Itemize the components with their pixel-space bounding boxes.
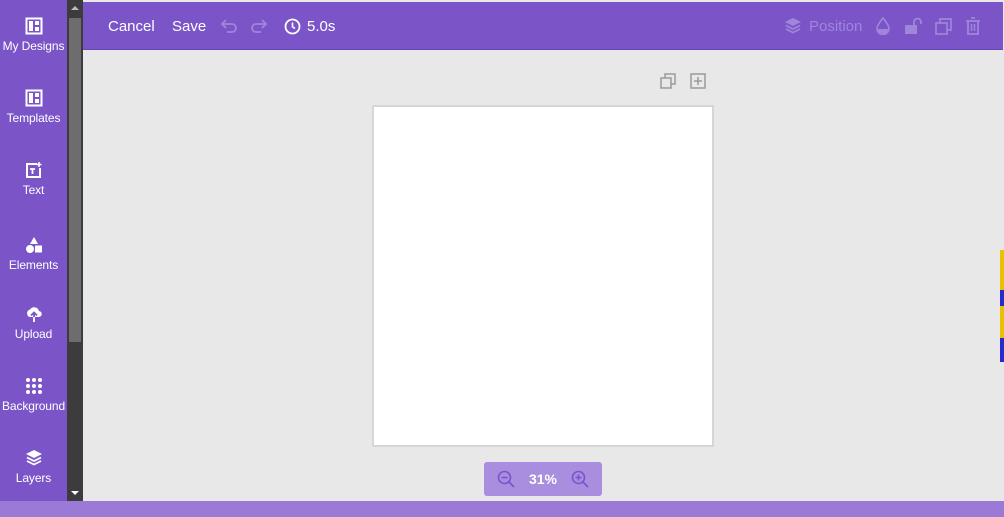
app-window: My Designs Templates Text Elements Uploa… (0, 0, 1004, 517)
cancel-button[interactable]: Cancel (108, 18, 155, 36)
zoom-out-icon[interactable] (496, 469, 516, 489)
zoom-control: 31% (484, 462, 602, 496)
position-button[interactable]: Position (809, 18, 862, 36)
design-canvas[interactable] (372, 105, 714, 447)
sidebar-item-label: Elements (8, 258, 59, 272)
template-icon (24, 88, 44, 108)
sidebar-item-label: Layers (15, 471, 52, 485)
sidebar-item-background[interactable]: Background (0, 376, 67, 413)
sidebar-item-text[interactable]: Text (0, 160, 67, 197)
sidebar-item-upload[interactable]: Upload (0, 304, 67, 341)
sidebar-item-templates[interactable]: Templates (0, 88, 67, 125)
shapes-icon (24, 235, 44, 255)
trash-icon[interactable] (963, 16, 983, 36)
scroll-down-arrow-icon[interactable] (67, 485, 83, 501)
top-toolbar: Cancel Save 5.0s Position (83, 2, 1003, 50)
add-page-icon[interactable] (689, 72, 707, 90)
duplicate-icon[interactable] (933, 16, 953, 36)
text-add-icon (24, 160, 44, 180)
cloud-upload-icon (24, 304, 44, 324)
duplicate-page-icon[interactable] (659, 72, 677, 90)
sidebar-item-label: Text (22, 183, 45, 197)
sidebar: My Designs Templates Text Elements Uploa… (0, 0, 67, 501)
transparency-drop-icon[interactable] (873, 16, 893, 36)
zoom-level: 31% (528, 471, 558, 487)
scroll-up-arrow-icon[interactable] (67, 0, 83, 16)
duration-value[interactable]: 5.0s (307, 18, 335, 36)
edge-decoration (1000, 250, 1004, 410)
bottom-bar (0, 501, 1004, 517)
layers-icon (24, 448, 44, 468)
undo-icon[interactable] (219, 16, 239, 36)
unlock-icon[interactable] (903, 16, 923, 36)
sidebar-item-my-designs[interactable]: My Designs (0, 16, 67, 53)
sidebar-scrollbar[interactable] (67, 0, 83, 501)
sidebar-item-label: Upload (14, 327, 53, 341)
sidebar-item-label: Background (1, 399, 66, 413)
zoom-in-icon[interactable] (570, 469, 590, 489)
redo-icon[interactable] (249, 16, 269, 36)
sidebar-item-elements[interactable]: Elements (0, 235, 67, 272)
save-button[interactable]: Save (172, 18, 206, 36)
position-layers-icon[interactable] (783, 16, 803, 36)
scrollbar-thumb[interactable] (69, 18, 81, 342)
sidebar-item-label: Templates (6, 111, 61, 125)
sidebar-item-label: My Designs (2, 39, 65, 53)
sidebar-item-layers[interactable]: Layers (0, 448, 67, 485)
layout-icon (24, 16, 44, 36)
dots-grid-icon (24, 376, 44, 396)
clock-icon[interactable] (282, 16, 302, 36)
